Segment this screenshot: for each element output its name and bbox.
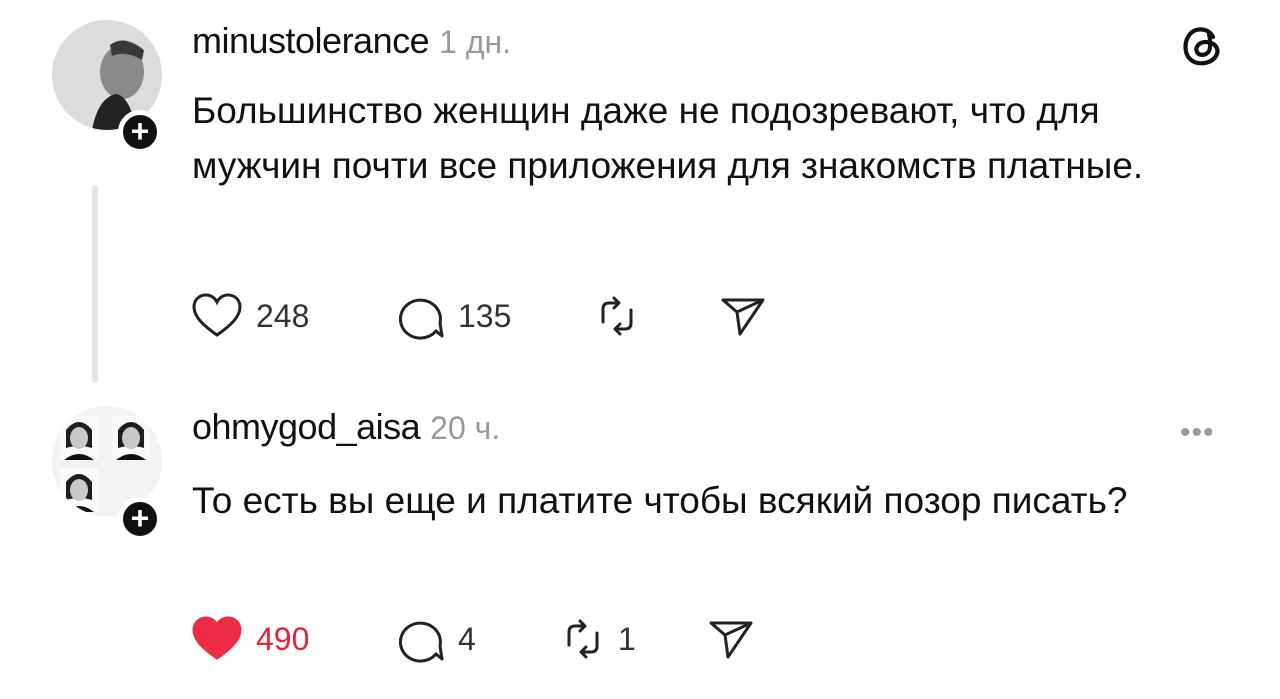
comment-icon [398, 298, 444, 340]
post-header: minustolerance 1 дн. [192, 20, 511, 62]
reply-count: 135 [458, 297, 512, 334]
reply-button[interactable]: 135 [396, 291, 511, 341]
share-button[interactable] [706, 614, 756, 664]
username[interactable]: minustolerance [192, 20, 430, 62]
follow-plus-icon[interactable]: + [118, 497, 162, 541]
repost-icon [601, 296, 633, 336]
reply-button[interactable]: 4 [396, 614, 476, 664]
post-text: Большинство женщин даже не подозревают, … [192, 90, 1144, 186]
thread-post: + minustolerance 1 дн. Большинство женщи… [0, 0, 1280, 390]
post-header: ohmygod_aisa 20 ч. [192, 406, 500, 448]
repost-button[interactable] [594, 291, 652, 341]
repost-count: 1 [618, 620, 636, 657]
like-button[interactable]: 490 [190, 614, 309, 664]
post-time: 1 дн. [439, 24, 512, 60]
username[interactable]: ohmygod_aisa [192, 406, 421, 448]
send-icon [721, 298, 765, 336]
heart-filled-icon [192, 616, 242, 660]
threads-logo-icon [1180, 22, 1226, 68]
heart-icon [192, 293, 242, 337]
thread-connector-line [92, 185, 98, 383]
like-button[interactable]: 248 [190, 291, 309, 341]
follow-plus-icon[interactable]: + [118, 110, 162, 154]
comment-icon [398, 621, 444, 663]
post-time: 20 ч. [430, 410, 501, 446]
share-button[interactable] [718, 291, 768, 341]
send-icon [709, 621, 753, 659]
repost-button[interactable]: 1 [560, 614, 636, 664]
thread-post: + ohmygod_aisa 20 ч. ••• То есть вы еще … [0, 390, 1280, 699]
like-count: 248 [256, 297, 310, 334]
like-count: 490 [256, 620, 310, 657]
more-options-icon[interactable]: ••• [1180, 416, 1215, 450]
repost-icon [567, 619, 599, 659]
post-text: То есть вы еще и платите чтобы всякий по… [192, 480, 1128, 521]
reply-count: 4 [458, 620, 476, 657]
